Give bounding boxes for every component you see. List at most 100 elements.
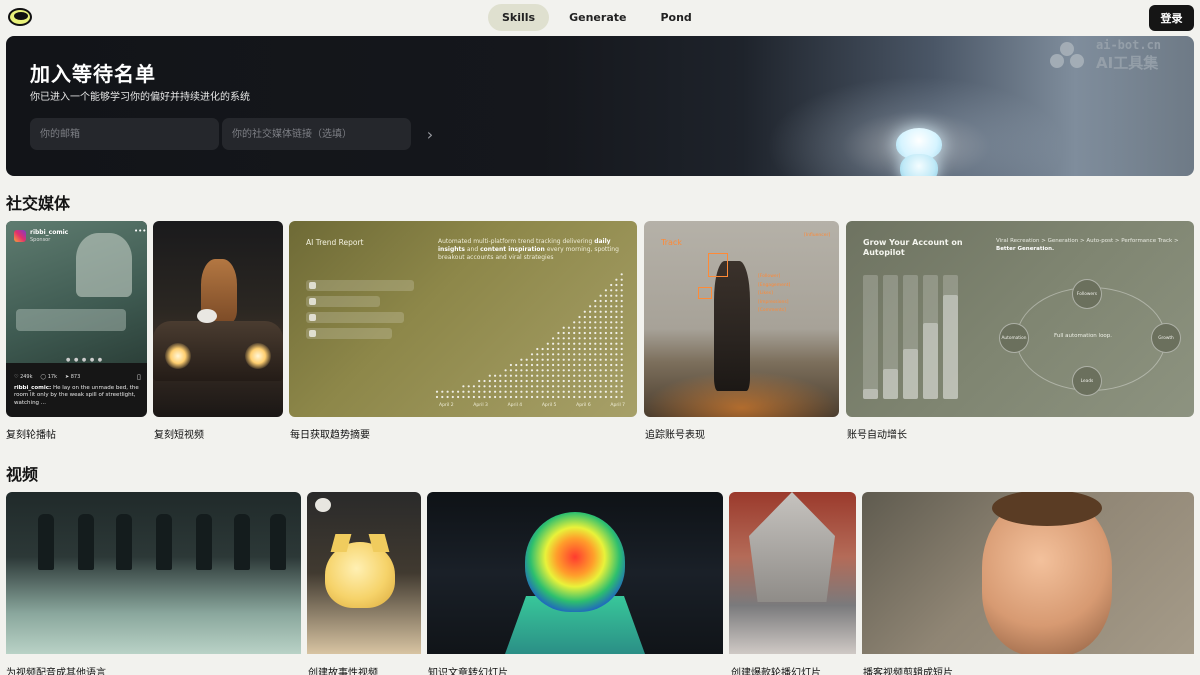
trend-dot — [620, 353, 623, 356]
track-metric-tags: [Follower] [Engagement] [Likes] [Impress… — [758, 274, 791, 314]
card-label-track[interactable]: 追踪账号表现 — [645, 426, 705, 441]
video-label-viral[interactable]: 创建爆款轮播幻灯片 — [731, 664, 821, 675]
watermark-logo-icon — [1048, 42, 1086, 70]
trend-dot — [583, 390, 586, 393]
trend-dot — [546, 358, 549, 361]
trend-dot — [536, 353, 539, 356]
track-influencer-tag: [Influencer] — [804, 233, 831, 238]
trend-dot — [583, 363, 586, 367]
track-account-card[interactable]: Track [Influencer] [Follower] [Engagemen… — [644, 221, 839, 417]
trend-dot — [610, 358, 613, 361]
trend-dot — [573, 395, 576, 399]
tab-skills[interactable]: Skills — [488, 4, 550, 31]
story-video-card[interactable] — [307, 492, 421, 654]
trend-dot — [520, 369, 523, 372]
card-label-growth[interactable]: 账号自动增长 — [847, 426, 907, 441]
trend-dot — [583, 337, 586, 340]
auto-growth-card[interactable]: Grow Your Account on Autopilot Viral Rec… — [846, 221, 1194, 417]
trend-dot — [515, 379, 518, 383]
trend-dot — [615, 347, 618, 351]
trend-dot — [599, 331, 602, 335]
trend-dot — [589, 331, 592, 335]
carousel-post-card[interactable]: ribbi_comic Sponsor ••• ● ● ● ● ● ♡ 249k… — [6, 221, 147, 417]
video-label-podcast[interactable]: 播客视频剪辑成短片 — [863, 664, 953, 675]
trend-dot — [536, 347, 539, 351]
short-video-card[interactable] — [153, 221, 283, 417]
likes-count: ♡ 249k — [14, 374, 33, 380]
trend-report-card[interactable]: AI Trend Report Automated multi-platform… — [289, 221, 637, 417]
trend-dot — [578, 342, 581, 345]
social-link-input[interactable] — [222, 118, 411, 150]
trend-dot — [604, 299, 607, 303]
email-input[interactable] — [30, 118, 219, 150]
trend-dot — [604, 358, 607, 361]
card-label-trend[interactable]: 每日获取趋势摘要 — [290, 426, 370, 441]
podcast-clip-card[interactable] — [862, 492, 1194, 654]
trend-dot — [541, 363, 544, 367]
trend-dot — [594, 310, 597, 313]
trend-dot — [509, 374, 512, 377]
trend-dot — [599, 294, 602, 297]
card-label-short-video[interactable]: 复刻短视频 — [154, 426, 204, 441]
article-slides-card[interactable] — [427, 492, 723, 654]
platform-chip-instagram — [306, 312, 404, 323]
trend-dot — [599, 363, 602, 367]
tab-pond[interactable]: Pond — [646, 4, 705, 31]
comments-count: ◯ 17k — [40, 374, 57, 380]
trend-dot — [610, 363, 613, 367]
trend-dot — [604, 289, 607, 292]
trend-dot — [620, 315, 623, 319]
trend-dot — [567, 353, 570, 356]
video-label-story[interactable]: 创建故事性视频 — [308, 664, 378, 675]
trend-dot — [599, 321, 602, 324]
trend-dot — [494, 395, 497, 399]
trend-dot — [462, 390, 465, 393]
trend-dot — [573, 347, 576, 351]
trend-dot — [525, 390, 528, 393]
card-label-carousel[interactable]: 复刻轮播帖 — [6, 426, 56, 441]
trend-dot — [525, 369, 528, 372]
video-section-title: 视频 — [6, 465, 39, 484]
trend-dot — [594, 347, 597, 351]
trend-dot — [504, 390, 507, 393]
trend-dot — [620, 342, 623, 345]
trend-dot — [509, 369, 512, 372]
trend-dot — [573, 369, 576, 372]
dubbing-video-card[interactable] — [6, 492, 301, 654]
trend-dot — [541, 385, 544, 388]
trend-dot — [446, 390, 449, 393]
chevron-right-icon[interactable]: › — [422, 124, 438, 144]
trend-dot — [509, 379, 512, 383]
trend-dot — [610, 353, 613, 356]
trend-dot — [610, 385, 613, 388]
face-detect-box — [708, 253, 728, 277]
video-label-article[interactable]: 知识文章转幻灯片 — [428, 664, 508, 675]
trend-dot — [610, 347, 613, 351]
viral-slides-card[interactable] — [729, 492, 856, 654]
trend-dot — [615, 278, 618, 281]
trend-dot — [589, 321, 592, 324]
trend-dot — [467, 385, 470, 388]
platform-chip-youtube — [306, 328, 392, 339]
trend-dot — [483, 385, 486, 388]
tab-generate[interactable]: Generate — [555, 4, 640, 31]
video-label-dubbing[interactable]: 为视频配音成其他语言 — [6, 664, 106, 675]
frog-logo-icon[interactable] — [8, 8, 32, 26]
trend-dot — [525, 358, 528, 361]
trend-dot — [589, 358, 592, 361]
trend-dot — [594, 353, 597, 356]
trend-dot — [573, 385, 576, 388]
trend-dot — [478, 395, 481, 399]
trend-dot — [530, 390, 534, 393]
hand-detect-box — [698, 287, 712, 299]
platform-chip-tiktok — [306, 296, 380, 307]
trend-dot — [536, 363, 539, 367]
trend-dot — [515, 374, 518, 377]
trend-dot — [604, 337, 607, 340]
trend-dot — [515, 395, 518, 399]
login-button[interactable]: 登录 — [1149, 5, 1194, 31]
trend-dot — [552, 390, 555, 393]
trend-dot — [499, 395, 502, 399]
trend-dot — [536, 369, 539, 372]
trend-dot — [620, 273, 623, 276]
